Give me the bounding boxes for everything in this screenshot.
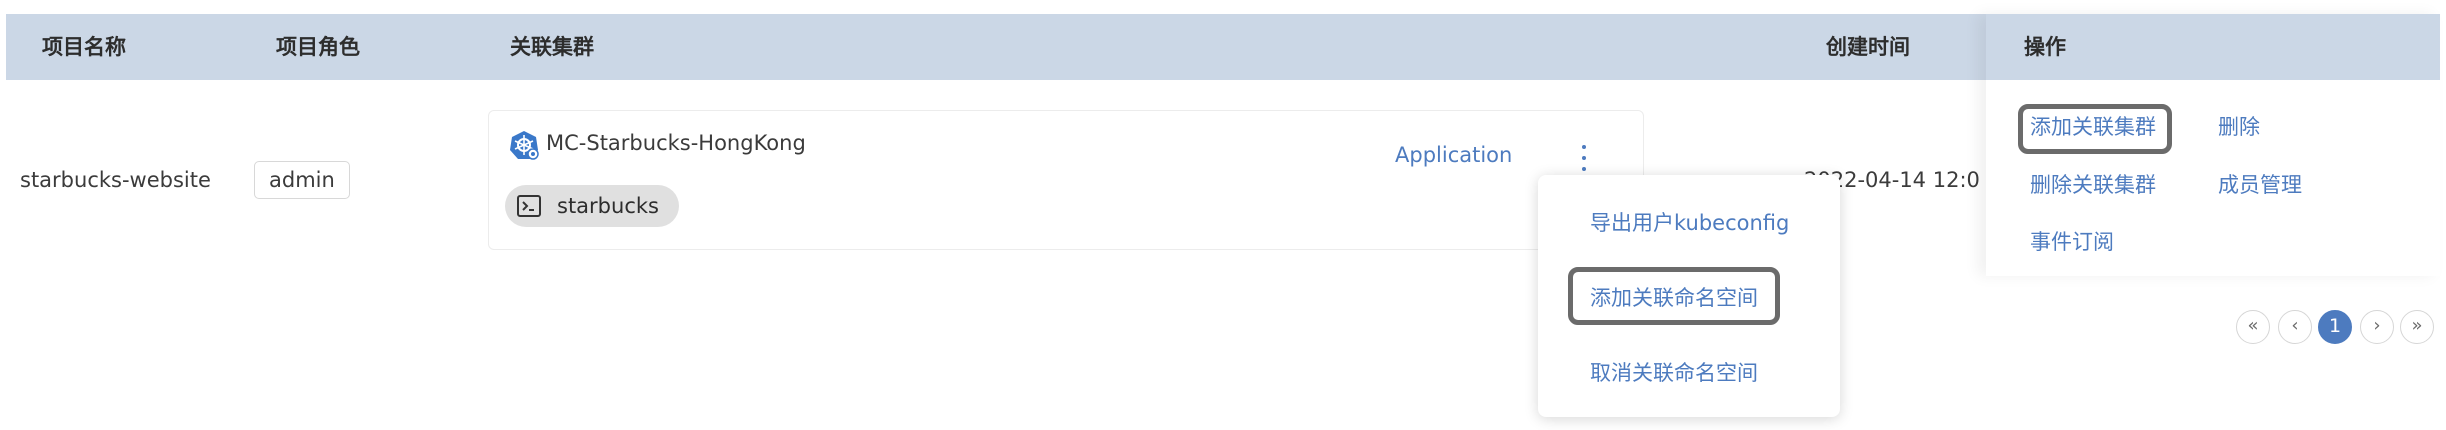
pagination-first[interactable]: « <box>2236 310 2270 344</box>
header-project-name: 项目名称 <box>42 35 126 59</box>
cluster-actions-menu: 导出用户kubeconfig 添加关联命名空间 取消关联命名空间 <box>1538 175 1840 417</box>
header-cluster: 关联集群 <box>510 35 594 59</box>
cluster-card: MC-Starbucks-HongKong starbucks Applicat… <box>488 110 1644 250</box>
pagination-page-1[interactable]: 1 <box>2318 310 2352 344</box>
terminal-icon <box>517 195 541 217</box>
pagination-next[interactable]: › <box>2360 310 2394 344</box>
project-name: starbucks-website <box>20 168 211 192</box>
pagination-last[interactable]: » <box>2400 310 2434 344</box>
namespace-chip[interactable]: starbucks <box>505 185 679 227</box>
menu-item-remove-namespace[interactable]: 取消关联命名空间 <box>1590 357 1758 387</box>
remove-cluster-link[interactable]: 删除关联集群 <box>2030 169 2156 199</box>
add-cluster-link[interactable]: 添加关联集群 <box>2030 111 2156 141</box>
namespace-label: starbucks <box>557 194 659 218</box>
kubernetes-icon <box>510 131 539 160</box>
role-badge: admin <box>254 161 350 199</box>
header-operations-label: 操作 <box>2024 35 2066 59</box>
cluster-name: MC-Starbucks-HongKong <box>546 131 806 155</box>
menu-item-add-namespace[interactable]: 添加关联命名空间 <box>1590 282 1758 312</box>
delete-link[interactable]: 删除 <box>2218 111 2260 141</box>
operations-panel: 操作 添加关联集群 删除 删除关联集群 成员管理 事件订阅 <box>1986 14 2440 276</box>
header-created-time: 创建时间 <box>1826 35 1910 59</box>
pagination-prev[interactable]: ‹ <box>2278 310 2312 344</box>
menu-item-export-kubeconfig[interactable]: 导出用户kubeconfig <box>1590 207 1789 237</box>
application-link[interactable]: Application <box>1395 143 1512 167</box>
member-management-link[interactable]: 成员管理 <box>2218 169 2302 199</box>
header-operations: 操作 <box>1986 14 2440 80</box>
event-subscribe-link[interactable]: 事件订阅 <box>2030 226 2114 256</box>
more-actions-icon[interactable] <box>1573 141 1595 175</box>
header-project-role: 项目角色 <box>276 35 360 59</box>
